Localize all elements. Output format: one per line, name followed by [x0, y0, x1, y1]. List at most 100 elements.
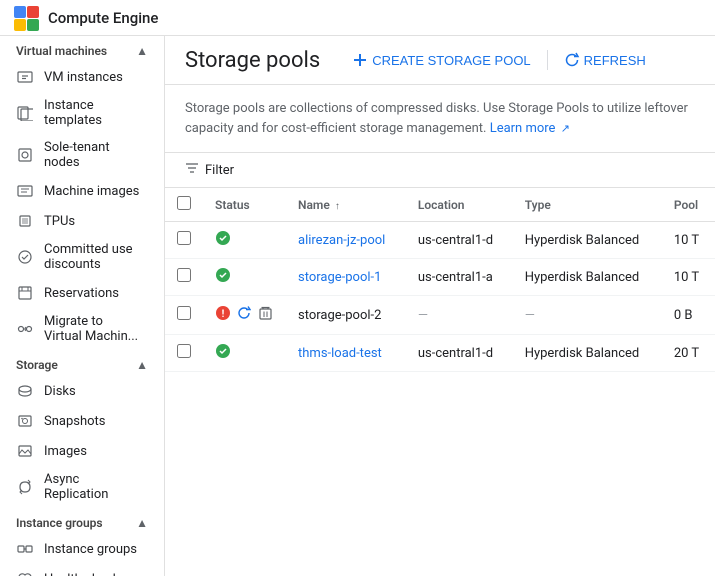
location-column-header: Location — [406, 188, 513, 222]
filter-bar: Filter — [165, 153, 715, 188]
sidebar-item-vm-instances[interactable]: VM instances — [0, 62, 156, 92]
snapshot-icon — [16, 412, 34, 430]
sidebar-item-label: Disks — [44, 384, 76, 399]
sidebar-item-async-replication[interactable]: Async Replication — [0, 466, 156, 508]
async-icon — [16, 478, 34, 496]
pool-cell: 10 T — [662, 222, 715, 259]
status-ok-icon — [215, 267, 231, 287]
status-cell — [203, 259, 286, 296]
pool-cell: 10 T — [662, 259, 715, 296]
type-cell: Hyperdisk Balanced — [513, 222, 662, 259]
table-row: storage-pool-1us-central1-aHyperdisk Bal… — [165, 259, 715, 296]
sidebar-section-instance-groups: Instance groups ▲ — [0, 508, 164, 534]
row-checkbox-cell — [165, 222, 203, 259]
refresh-icon — [564, 52, 580, 68]
chevron-up-icon: ▲ — [136, 516, 148, 530]
sidebar-item-images[interactable]: Images — [0, 436, 156, 466]
row-checkbox[interactable] — [177, 306, 191, 320]
row-checkbox[interactable] — [177, 344, 191, 358]
sidebar-item-tpus[interactable]: TPUs — [0, 206, 156, 236]
sidebar-item-disks[interactable]: Disks — [0, 376, 156, 406]
main-content: Storage pools CREATE STORAGE POOL REFRES… — [165, 36, 715, 576]
page-header: Storage pools CREATE STORAGE POOL REFRES… — [165, 36, 715, 85]
name-cell: thms-load-test — [286, 335, 406, 372]
health-icon — [16, 570, 34, 576]
type-cell: Hyperdisk Balanced — [513, 335, 662, 372]
sidebar-item-machine-images[interactable]: Machine images — [0, 176, 156, 206]
sidebar-item-label: Machine images — [44, 184, 139, 199]
status-column-header: Status — [203, 188, 286, 222]
sidebar-item-label: Images — [44, 444, 87, 459]
sidebar-item-label: Instance templates — [44, 98, 140, 128]
refresh-button[interactable]: REFRESH — [552, 46, 658, 74]
sidebar-item-reservations[interactable]: Reservations — [0, 278, 156, 308]
svg-text:!: ! — [222, 309, 225, 320]
name-cell: alirezan-jz-pool — [286, 222, 406, 259]
sidebar-item-label: Instance groups — [44, 542, 137, 557]
external-link-icon: ↗ — [561, 122, 570, 135]
pool-cell: 20 T — [662, 335, 715, 372]
status-cell — [203, 222, 286, 259]
table-row: alirezan-jz-poolus-central1-dHyperdisk B… — [165, 222, 715, 259]
sidebar-item-committed-use[interactable]: Committed use discounts — [0, 236, 156, 278]
chevron-up-icon: ▲ — [136, 44, 148, 58]
select-all-checkbox[interactable] — [177, 196, 191, 210]
sidebar: Virtual machines ▲ VM instances Instance… — [0, 36, 165, 576]
learn-more-link[interactable]: Learn more ↗ — [490, 121, 570, 136]
app-title: Compute Engine — [48, 9, 158, 27]
disk-icon — [16, 382, 34, 400]
sidebar-section-vms: Virtual machines ▲ — [0, 36, 164, 62]
create-storage-pool-button[interactable]: CREATE STORAGE POOL — [340, 46, 542, 74]
add-icon — [352, 52, 368, 68]
type-column-header: Type — [513, 188, 662, 222]
storage-pool-link[interactable]: storage-pool-1 — [298, 270, 381, 285]
status-cell — [203, 335, 286, 372]
sole-icon — [16, 146, 34, 164]
refresh-row-icon[interactable] — [235, 304, 253, 326]
sidebar-item-health-checks[interactable]: Health checks — [0, 564, 156, 576]
sidebar-item-label: Committed use discounts — [44, 242, 140, 272]
storage-pools-table: Status Name ↑ Location Type — [165, 188, 715, 372]
sidebar-item-instance-groups[interactable]: Instance groups — [0, 534, 156, 564]
name-column-header[interactable]: Name ↑ — [286, 188, 406, 222]
location-cell: — — [406, 296, 513, 335]
tpu-icon — [16, 212, 34, 230]
separator — [547, 50, 548, 70]
reserve-icon — [16, 284, 34, 302]
select-all-header[interactable] — [165, 188, 203, 222]
sidebar-item-label: Migrate to Virtual Machin... — [44, 314, 140, 344]
sidebar-item-label: Sole-tenant nodes — [44, 140, 140, 170]
row-checkbox-cell — [165, 259, 203, 296]
commit-icon — [16, 248, 34, 266]
row-checkbox[interactable] — [177, 231, 191, 245]
delete-row-icon[interactable] — [257, 304, 274, 326]
name-cell: storage-pool-2 — [286, 296, 406, 335]
sort-asc-icon: ↑ — [335, 201, 340, 212]
storage-pool-link[interactable]: alirezan-jz-pool — [298, 233, 385, 248]
filter-icon — [185, 161, 199, 179]
filter-label: Filter — [205, 163, 234, 178]
sidebar-item-sole-tenant[interactable]: Sole-tenant nodes — [0, 134, 156, 176]
migrate-icon — [16, 320, 34, 338]
sidebar-item-instance-templates[interactable]: Instance templates — [0, 92, 156, 134]
row-checkbox-cell — [165, 296, 203, 335]
sidebar-item-label: TPUs — [44, 214, 75, 229]
sidebar-item-snapshots[interactable]: Snapshots — [0, 406, 156, 436]
row-checkbox[interactable] — [177, 268, 191, 282]
type-cell: — — [513, 296, 662, 335]
name-cell: storage-pool-1 — [286, 259, 406, 296]
sidebar-item-label: Reservations — [44, 286, 119, 301]
pool-column-header: Pool — [662, 188, 715, 222]
group-icon — [16, 540, 34, 558]
sidebar-item-label: Snapshots — [44, 414, 106, 429]
sidebar-item-migrate[interactable]: Migrate to Virtual Machin... — [0, 308, 156, 350]
location-cell: us-central1-a — [406, 259, 513, 296]
status-ok-icon — [215, 343, 231, 363]
storage-pool-link[interactable]: thms-load-test — [298, 346, 382, 361]
sidebar-item-label: Async Replication — [44, 472, 140, 502]
images-icon — [16, 442, 34, 460]
sidebar-item-label: Health checks — [44, 572, 126, 576]
table-row: thms-load-testus-central1-dHyperdisk Bal… — [165, 335, 715, 372]
pool-cell: 0 B — [662, 296, 715, 335]
template-icon — [16, 104, 34, 122]
